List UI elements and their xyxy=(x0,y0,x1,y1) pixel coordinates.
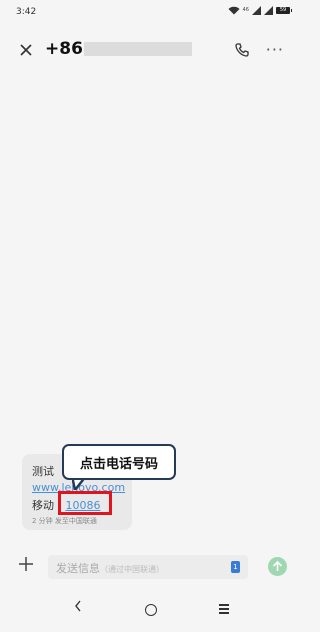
battery-icon: 59 xyxy=(276,7,292,14)
status-bar: 3:42 46 59 xyxy=(0,0,302,26)
contact-number: +86 xyxy=(45,39,83,59)
signal-icon-2 xyxy=(264,6,273,15)
contact-title: +86 xyxy=(45,39,192,59)
menu-icon[interactable] xyxy=(219,604,229,616)
back-icon[interactable] xyxy=(74,600,82,612)
more-icon[interactable]: ··· xyxy=(266,40,284,59)
battery-level: 59 xyxy=(279,7,287,13)
close-icon[interactable] xyxy=(18,42,34,58)
message-meta: 2 分钟 发至中国联通 xyxy=(32,517,97,525)
message-input[interactable]: 发送信息（通过中国联通） 1 xyxy=(48,555,248,579)
placeholder-sub: （通过中国联通） xyxy=(100,565,164,574)
send-button[interactable] xyxy=(268,557,287,576)
composer-bar: 发送信息（通过中国联通） 1 xyxy=(0,550,302,586)
instruction-callout: 点击电话号码 xyxy=(62,444,176,480)
signal-icon xyxy=(252,6,261,15)
phone-icon[interactable] xyxy=(234,42,250,58)
status-time: 3:42 xyxy=(16,7,37,17)
home-icon[interactable] xyxy=(145,604,157,616)
navigation-bar xyxy=(0,596,302,626)
message-line: 测试 xyxy=(32,465,54,478)
placeholder-main: 发送信息 xyxy=(56,562,100,575)
redacted-number xyxy=(83,42,192,56)
phone-number-highlight xyxy=(58,491,112,515)
network-label: 46 xyxy=(242,7,249,13)
conversation-header: +86 ··· xyxy=(0,30,302,74)
callout-text: 点击电话号码 xyxy=(79,456,158,472)
status-icons: 46 59 xyxy=(228,6,292,15)
plus-icon[interactable] xyxy=(19,557,33,571)
wifi-icon xyxy=(228,6,240,15)
message-line-prefix: 移动 xyxy=(32,499,54,512)
arrow-up-icon xyxy=(272,560,283,571)
sim-card-icon[interactable]: 1 xyxy=(231,561,240,573)
input-placeholder: 发送信息（通过中国联通） xyxy=(56,560,164,576)
